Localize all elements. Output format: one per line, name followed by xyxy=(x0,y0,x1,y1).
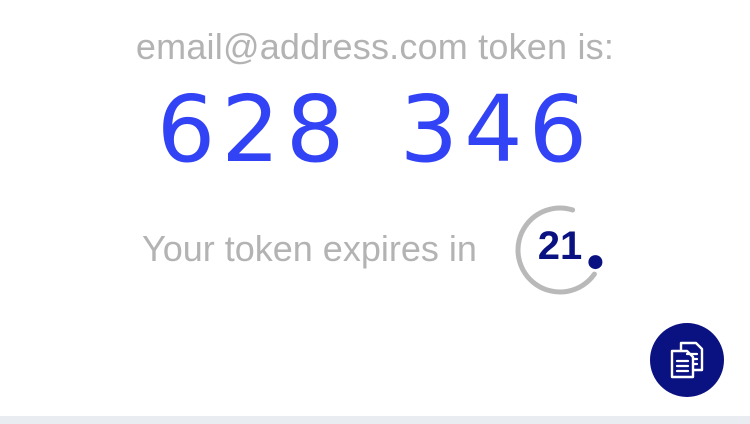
copy-button[interactable] xyxy=(650,323,724,397)
countdown-seconds: 21 xyxy=(537,224,583,268)
copy-icon xyxy=(670,341,704,379)
account-label: email@address.com token is: xyxy=(135,26,615,67)
countdown-timer: 21 xyxy=(510,200,610,300)
expiry-row: Your token expires in 21 xyxy=(0,200,750,300)
bottom-divider xyxy=(0,416,750,424)
expiry-label: Your token expires in xyxy=(142,228,477,269)
token-code: 628 346 xyxy=(156,76,594,183)
token-screen: email@address.com token is: 628 346 Your… xyxy=(0,0,750,424)
